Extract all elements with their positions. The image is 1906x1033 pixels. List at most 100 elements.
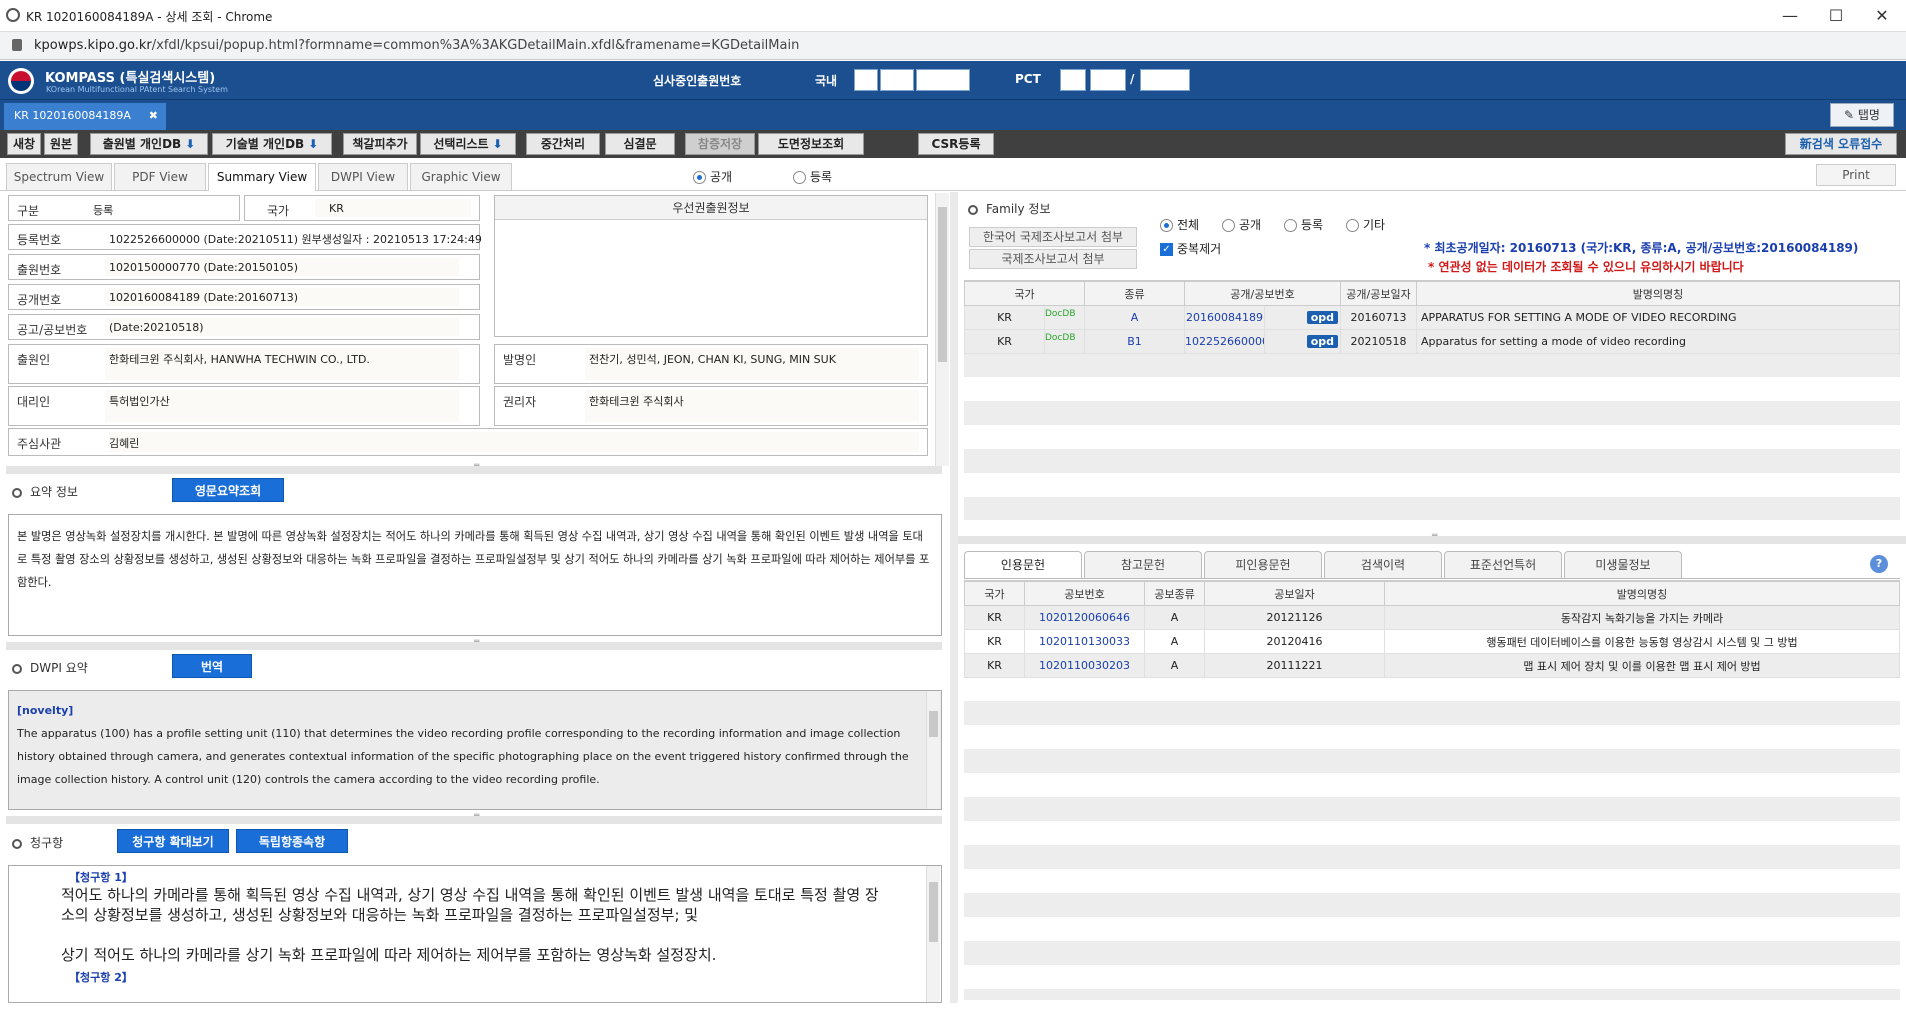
tab-graphic-view[interactable]: Graphic View (410, 163, 512, 190)
table-row[interactable]: KR 1020110030203 A 20111221 맵 표시 제어 장치 및… (964, 653, 1900, 678)
tech-personal-db-button[interactable]: 기술별 개인DB ⬇ (212, 133, 332, 155)
select-list-button[interactable]: 선택리스트 ⬇ (420, 133, 516, 155)
claims-text-box: 【청구항 1】 적어도 하나의 카메라를 통해 획득된 영상 수집 내역과, 상… (8, 865, 942, 1003)
minimize-button[interactable]: — (1770, 4, 1810, 28)
close-window-button[interactable]: ✕ (1862, 4, 1902, 28)
cited-number-link[interactable]: 1020120060646 (1024, 605, 1145, 630)
add-bookmark-button[interactable]: 책갈피추가 (343, 133, 417, 155)
tab-search-history[interactable]: 검색이력 (1324, 551, 1442, 578)
tab-summary-view[interactable]: Summary View (208, 163, 316, 191)
family-number-link[interactable]: 20160084189 (1184, 305, 1265, 330)
bullet-icon (12, 487, 22, 498)
reference-tabs: 인용문헌 참고문헌 피인용문헌 검색이력 표준선언특허 미생물정보 ? (964, 551, 1900, 579)
tab-citing[interactable]: 피인용문헌 (1204, 551, 1322, 578)
maximize-button[interactable]: ☐ (1816, 4, 1856, 28)
english-abstract-button[interactable]: 영문요약조회 (172, 478, 284, 502)
col-date: 공보일자 (1204, 581, 1385, 606)
radio-other[interactable]: 기타 (1346, 216, 1385, 233)
col-title: 발명의명칭 (1416, 281, 1900, 306)
save-reference-button[interactable]: 참증저장 (685, 133, 755, 155)
interim-process-button[interactable]: 중간처리 (526, 133, 600, 155)
translate-button[interactable]: 번역 (172, 654, 252, 678)
korean-search-report-button[interactable]: 한국어 국제조사보고서 첨부 (969, 227, 1137, 247)
document-tab-label: KR 1020160084189A (14, 109, 131, 122)
tab-sep[interactable]: 표준선언특허 (1444, 551, 1562, 578)
claim-2-title: 【청구항 2】 (69, 971, 133, 984)
pct-separator: / (1130, 72, 1135, 86)
domestic-input-2[interactable] (880, 69, 914, 91)
pct-input-3[interactable] (1140, 69, 1190, 91)
tab-name-button[interactable]: ✎ 탭명 (1830, 103, 1894, 127)
vertical-splitter[interactable] (950, 192, 958, 1003)
brand-title: KOMPASS (특실검색시스템) (45, 71, 216, 86)
window-title: KR 1020160084189A - 상세 조회 - Chrome (26, 10, 273, 24)
examiner-field: 주심사관 김혜린 (8, 428, 928, 456)
opd-icon[interactable]: opd (1306, 335, 1338, 348)
url-text[interactable]: kpowps.kipo.go.kr/xfdl/kpsui/popup.html?… (34, 38, 799, 53)
summary-section-label: 요약 정보 (12, 483, 78, 500)
pct-input-1[interactable] (1060, 69, 1086, 91)
brand-subtitle: KOrean Multifunctional PAtent Search Sys… (46, 85, 228, 94)
left-top-scrollbar[interactable] (935, 193, 949, 466)
help-icon[interactable]: ? (1870, 555, 1888, 573)
domestic-input-1[interactable] (854, 69, 878, 91)
splitter-bottom[interactable] (6, 811, 942, 824)
claims-enlarge-button[interactable]: 청구항 확대보기 (117, 829, 229, 853)
tab-microbe[interactable]: 미생물정보 (1564, 551, 1682, 578)
app-personal-db-button[interactable]: 출원별 개인DB ⬇ (90, 133, 208, 155)
table-row[interactable]: KR 1020110130033 A 20120416 행동패턴 데이터베이스를… (964, 629, 1900, 654)
table-row[interactable]: KR DocDB A 20160084189 opd 20160713 APPA… (964, 305, 1900, 330)
col-country: 국가 (964, 581, 1025, 606)
novelty-tag: [novelty] (17, 704, 74, 717)
tab-dwpi-view[interactable]: DWPI View (318, 163, 408, 190)
radio-public[interactable]: 공개 (693, 168, 732, 185)
tab-spectrum-view[interactable]: Spectrum View (6, 163, 112, 190)
radio-all[interactable]: 전체 (1160, 216, 1199, 233)
dwpi-scrollbar[interactable] (926, 691, 940, 809)
splitter-middle[interactable] (6, 637, 942, 650)
radio-family-public[interactable]: 공개 (1222, 216, 1261, 233)
claim-1-text: 적어도 하나의 카메라를 통해 획득된 영상 수집 내역과, 상기 영상 수집 … (61, 886, 879, 924)
tab-cited[interactable]: 인용문헌 (964, 551, 1082, 578)
address-bar[interactable]: kpowps.kipo.go.kr/xfdl/kpsui/popup.html?… (0, 32, 1906, 60)
claim-1-text-2: 상기 적어도 하나의 카메라를 상기 녹화 프로파일에 따라 제어하는 제어부를… (61, 946, 717, 964)
pct-input-2[interactable] (1090, 69, 1126, 91)
dedupe-checkbox[interactable]: ✓ 중복제거 (1160, 240, 1221, 257)
csr-register-button[interactable]: CSR등록 (918, 133, 994, 155)
claim-1-title: 【청구항 1】 (69, 871, 133, 884)
claims-scrollbar[interactable] (926, 866, 940, 1002)
col-kind: 공보종류 (1144, 581, 1205, 606)
intl-search-report-button[interactable]: 국제조사보고서 첨부 (969, 249, 1137, 269)
priority-info-panel: 우선권출원정보 (494, 195, 928, 337)
opd-icon[interactable]: opd (1306, 311, 1338, 324)
dwpi-text: The apparatus (100) has a profile settin… (17, 727, 909, 786)
main-toolbar: 새창 원본 출원별 개인DB ⬇ 기술별 개인DB ⬇ 책갈피추가 선택리스트 ⬇ 중… (0, 130, 1906, 158)
radio-registered[interactable]: 등록 (793, 168, 832, 185)
domestic-input-3[interactable] (916, 69, 970, 91)
close-tab-icon[interactable]: ✖ (149, 109, 158, 122)
drawing-info-button[interactable]: 도면정보조회 (758, 133, 864, 155)
splitter-top[interactable] (6, 461, 942, 474)
splitter-right[interactable] (958, 531, 1906, 544)
report-error-button[interactable]: 新검색 오류접수 (1785, 133, 1897, 155)
cited-number-link[interactable]: 1020110030203 (1024, 653, 1145, 678)
owner-field: 권리자 한화테크윈 주식회사 (494, 386, 928, 426)
radio-family-registered[interactable]: 등록 (1284, 216, 1323, 233)
trial-decision-button[interactable]: 심결문 (605, 133, 675, 155)
tab-pdf-view[interactable]: PDF View (114, 163, 206, 190)
applicant-field: 출원인 한화테크윈 주식회사, HANWHA TECHWIN CO., LTD. (8, 344, 480, 384)
document-tab[interactable]: KR 1020160084189A ✖ (4, 103, 166, 130)
print-button[interactable]: Print (1816, 164, 1896, 186)
tab-reference[interactable]: 참고문헌 (1084, 551, 1202, 578)
original-button[interactable]: 원본 (44, 133, 78, 155)
table-row[interactable]: KR 1020120060646 A 20121126 동작감지 녹화기능을 가… (964, 605, 1900, 630)
cited-number-link[interactable]: 1020110130033 (1024, 629, 1145, 654)
table-row[interactable]: KR DocDB B1 1022526600000 opd 20210518 A… (964, 329, 1900, 354)
new-window-button[interactable]: 새창 (7, 133, 41, 155)
family-number-link[interactable]: 1022526600000 (1184, 329, 1265, 354)
document-tab-bar: KR 1020160084189A ✖ ✎ 탭명 (0, 99, 1906, 130)
globe-icon (6, 8, 20, 22)
first-publication-note: * 최초공개일자: 20160713 (국가:KR, 종류:A, 공개/공보번호… (1424, 241, 1859, 255)
radio-icon (693, 171, 706, 184)
independent-dependent-button[interactable]: 독립항종속항 (236, 829, 348, 853)
